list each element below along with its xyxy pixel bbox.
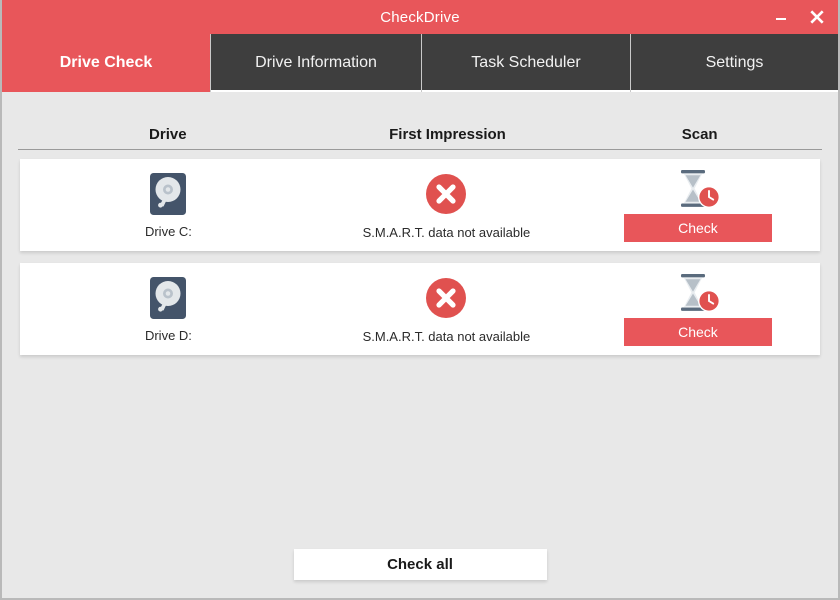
drive-list: Drive C: S.M.A.R.T. data not available C… [2, 159, 838, 355]
window-controls [770, 0, 828, 34]
column-header-drive: Drive [149, 126, 187, 143]
tab-label: Task Scheduler [471, 54, 581, 71]
tab-label: Drive Check [59, 54, 153, 71]
tab-settings[interactable]: Settings [631, 34, 838, 92]
first-impression-cell: S.M.A.R.T. data not available [317, 159, 576, 251]
window-title: CheckDrive [380, 8, 460, 26]
title-bar: CheckDrive [2, 0, 838, 34]
error-circle-x-icon [424, 275, 468, 321]
check-all-button[interactable]: Check all [293, 549, 547, 580]
close-icon [810, 10, 824, 24]
drive-label: Drive D: [144, 328, 192, 343]
hourglass-clock-icon [674, 273, 722, 313]
first-impression-cell: S.M.A.R.T. data not available [317, 263, 576, 355]
tab-label: Settings [705, 54, 764, 71]
table-row: Drive D: S.M.A.R.T. data not available C… [20, 263, 820, 355]
check-button[interactable]: Check [623, 317, 772, 346]
tab-bar: Drive Check Drive Information Task Sched… [2, 34, 838, 92]
minimize-button[interactable] [770, 6, 792, 28]
first-impression-text: S.M.A.R.T. data not available [362, 224, 531, 240]
check-button[interactable]: Check [623, 213, 772, 242]
minimize-icon [776, 18, 786, 20]
drive-cell: Drive C: [20, 159, 317, 251]
tab-label: Drive Information [255, 54, 377, 71]
error-circle-x-icon [424, 171, 468, 217]
table-row: Drive C: S.M.A.R.T. data not available C… [20, 159, 820, 251]
hard-disk-icon [148, 275, 188, 321]
footer-bar: Check all [2, 549, 838, 580]
drive-cell: Drive D: [20, 263, 317, 355]
close-button[interactable] [806, 6, 828, 28]
checkdrive-window: CheckDrive Drive Check Drive Information… [0, 0, 840, 600]
column-header-first-impression: First Impression [389, 126, 506, 143]
scan-cell: Check [576, 159, 820, 251]
tab-drive-check[interactable]: Drive Check [2, 34, 211, 92]
drive-check-panel: Drive First Impression Scan Drive C: S.M… [2, 92, 838, 598]
table-header-row: Drive First Impression Scan [18, 92, 822, 150]
tab-task-scheduler[interactable]: Task Scheduler [422, 34, 631, 92]
tab-drive-information[interactable]: Drive Information [211, 34, 422, 92]
column-header-scan: Scan [681, 126, 718, 143]
scan-cell: Check [576, 263, 820, 355]
first-impression-text: S.M.A.R.T. data not available [362, 328, 531, 344]
drive-label: Drive C: [144, 224, 192, 239]
hourglass-clock-icon [674, 169, 722, 209]
hard-disk-icon [148, 171, 188, 217]
